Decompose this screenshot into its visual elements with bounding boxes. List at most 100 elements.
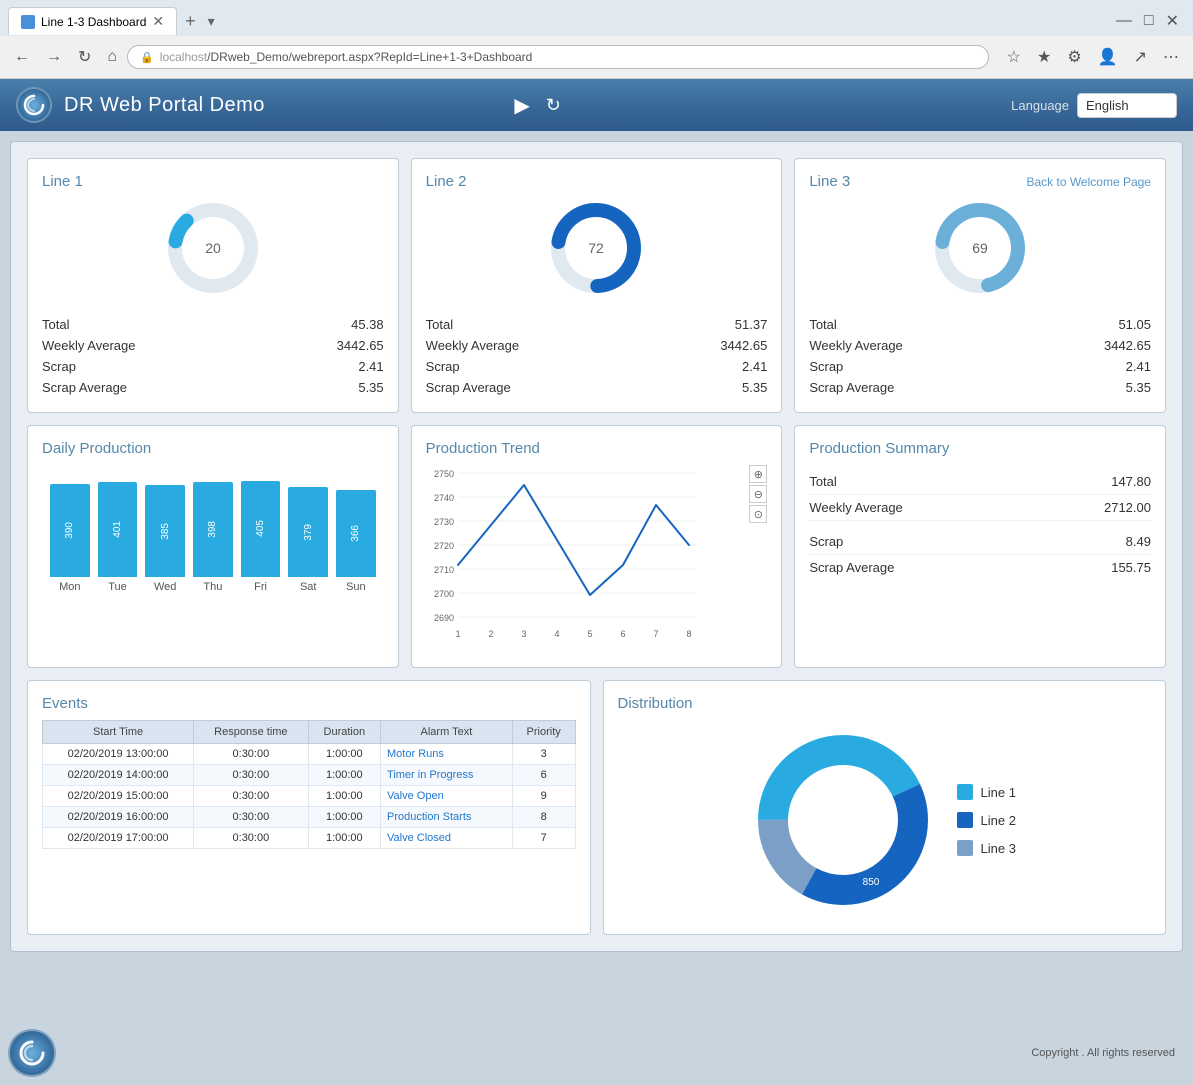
line3-title: Line 3 [809, 173, 850, 190]
app-bar: DR Web Portal Demo ▶ ↻ Language English [0, 79, 1193, 131]
top-row: Line 1 20 Total 45.38 Weekly Averag [27, 158, 1166, 413]
bar-value-label: 379 [303, 520, 314, 545]
browser-tabs: Line 1-3 Dashboard ✕ + ▾ — □ ✕ [0, 0, 1193, 36]
line1-donut-container: 20 [42, 198, 384, 298]
bar: 401 [98, 482, 138, 577]
legend-line1-color [957, 784, 973, 800]
line3-card: Line 3 Back to Welcome Page 69 Total 51.… [794, 158, 1166, 413]
footer-logo [8, 1029, 56, 1077]
summary-weekly-row: Weekly Average 2712.00 [809, 495, 1151, 521]
line1-title: Line 1 [42, 173, 83, 190]
menu-button[interactable]: ⋯ [1157, 45, 1185, 69]
line1-total-row: Total 45.38 [42, 314, 384, 335]
line2-donut-value: 72 [589, 240, 605, 256]
production-summary-title: Production Summary [809, 440, 1151, 457]
back-button[interactable]: ← [8, 46, 36, 68]
cell-priority: 9 [512, 786, 575, 807]
line1-total-value: 45.38 [351, 317, 384, 332]
legend-line1-label: Line 1 [981, 785, 1016, 800]
tab-close-button[interactable]: ✕ [152, 13, 164, 30]
close-button[interactable]: ✕ [1160, 9, 1185, 33]
bookmark-list-button[interactable]: ☆ [1001, 45, 1027, 69]
new-tab-button[interactable]: + [177, 11, 204, 32]
cell-alarm: Motor Runs [381, 744, 513, 765]
distribution-title: Distribution [618, 695, 1152, 712]
svg-text:850: 850 [862, 877, 879, 888]
line2-scrap-label: Scrap [426, 359, 460, 374]
line1-scrap-value: 2.41 [358, 359, 383, 374]
cell-alarm: Valve Closed [381, 828, 513, 849]
bar: 405 [241, 481, 281, 577]
cell-alarm: Production Starts [381, 807, 513, 828]
url-prefix: localhost [160, 50, 207, 64]
line2-weekly-row: Weekly Average 3442.65 [426, 335, 768, 356]
line1-scrap-row: Scrap 2.41 [42, 356, 384, 377]
extensions-button[interactable]: ⚙ [1061, 45, 1087, 69]
play-button[interactable]: ▶ [506, 89, 537, 122]
bar-value-label: 385 [160, 519, 171, 544]
maximize-button[interactable]: □ [1138, 10, 1160, 32]
star-button[interactable]: ★ [1031, 45, 1057, 69]
line3-donut-value: 69 [972, 240, 988, 256]
line2-header: Line 2 [426, 173, 768, 190]
line1-header: Line 1 [42, 173, 384, 190]
back-to-welcome-link[interactable]: Back to Welcome Page [1026, 175, 1151, 189]
svg-text:1: 1 [455, 629, 460, 639]
lock-icon: 🔒 [140, 51, 154, 64]
line1-donut-chart: 20 [163, 198, 263, 298]
line2-donut-chart: 72 [546, 198, 646, 298]
cell-priority: 8 [512, 807, 575, 828]
copyright-text: Copyright . All rights reserved [66, 1047, 1185, 1059]
cell-duration: 1:00:00 [308, 786, 380, 807]
cell-response: 0:30:00 [194, 786, 309, 807]
line1-weekly-value: 3442.65 [337, 338, 384, 353]
browser-controls: ← → ↻ ⌂ 🔒 localhost/DRweb_Demo/webreport… [0, 36, 1193, 78]
legend-line1: Line 1 [957, 784, 1016, 800]
zoom-reset-button[interactable]: ⊙ [749, 505, 767, 523]
events-table-header: Start Time Response time Duration Alarm … [43, 721, 576, 744]
cell-duration: 1:00:00 [308, 807, 380, 828]
bar-item: 366 Sun [336, 490, 376, 593]
line3-total-value: 51.05 [1118, 317, 1151, 332]
line2-donut-container: 72 [426, 198, 768, 298]
tab-title: Line 1-3 Dashboard [41, 15, 146, 29]
active-tab[interactable]: Line 1-3 Dashboard ✕ [8, 7, 177, 35]
language-label: Language [1011, 98, 1069, 113]
col-start-time: Start Time [43, 721, 194, 744]
cell-response: 0:30:00 [194, 765, 309, 786]
line3-total-label: Total [809, 317, 836, 332]
bar-item: 405 Fri [241, 481, 281, 593]
legend-line2: Line 2 [957, 812, 1016, 828]
cell-start-time: 02/20/2019 15:00:00 [43, 786, 194, 807]
line3-donut-container: 69 [809, 198, 1151, 298]
url-bar[interactable]: 🔒 localhost/DRweb_Demo/webreport.aspx?Re… [127, 45, 989, 69]
line3-scrapavg-value: 5.35 [1126, 380, 1151, 395]
bar-value-label: 405 [255, 516, 266, 541]
cell-start-time: 02/20/2019 13:00:00 [43, 744, 194, 765]
svg-text:4: 4 [554, 629, 559, 639]
share-button[interactable]: ↗ [1128, 45, 1153, 69]
tab-favicon [21, 15, 35, 29]
summary-scrap-row: Scrap 8.49 [809, 529, 1151, 555]
cell-duration: 1:00:00 [308, 765, 380, 786]
cell-duration: 1:00:00 [308, 744, 380, 765]
line3-scrap-label: Scrap [809, 359, 843, 374]
events-card: Events Start Time Response time Duration… [27, 680, 591, 935]
line2-scrapavg-label: Scrap Average [426, 380, 511, 395]
line2-scrapavg-value: 5.35 [742, 380, 767, 395]
home-button[interactable]: ⌂ [101, 46, 123, 68]
zoom-in-button[interactable]: ⊕ [749, 465, 767, 483]
reload-button[interactable]: ↻ [72, 45, 97, 69]
svg-text:8: 8 [686, 629, 691, 639]
bar-day-label: Wed [154, 581, 176, 593]
profile-button[interactable]: 👤 [1092, 45, 1124, 69]
summary-scrap-label: Scrap [809, 534, 843, 549]
refresh-button[interactable]: ↻ [538, 91, 569, 120]
tab-list-button[interactable]: ▾ [204, 13, 219, 30]
language-select[interactable]: English [1077, 93, 1177, 118]
zoom-out-button[interactable]: ⊖ [749, 485, 767, 503]
forward-button[interactable]: → [40, 46, 68, 68]
table-row: 02/20/2019 16:00:00 0:30:00 1:00:00 Prod… [43, 807, 576, 828]
minimize-button[interactable]: — [1110, 10, 1138, 32]
language-section: Language English [1011, 93, 1177, 118]
